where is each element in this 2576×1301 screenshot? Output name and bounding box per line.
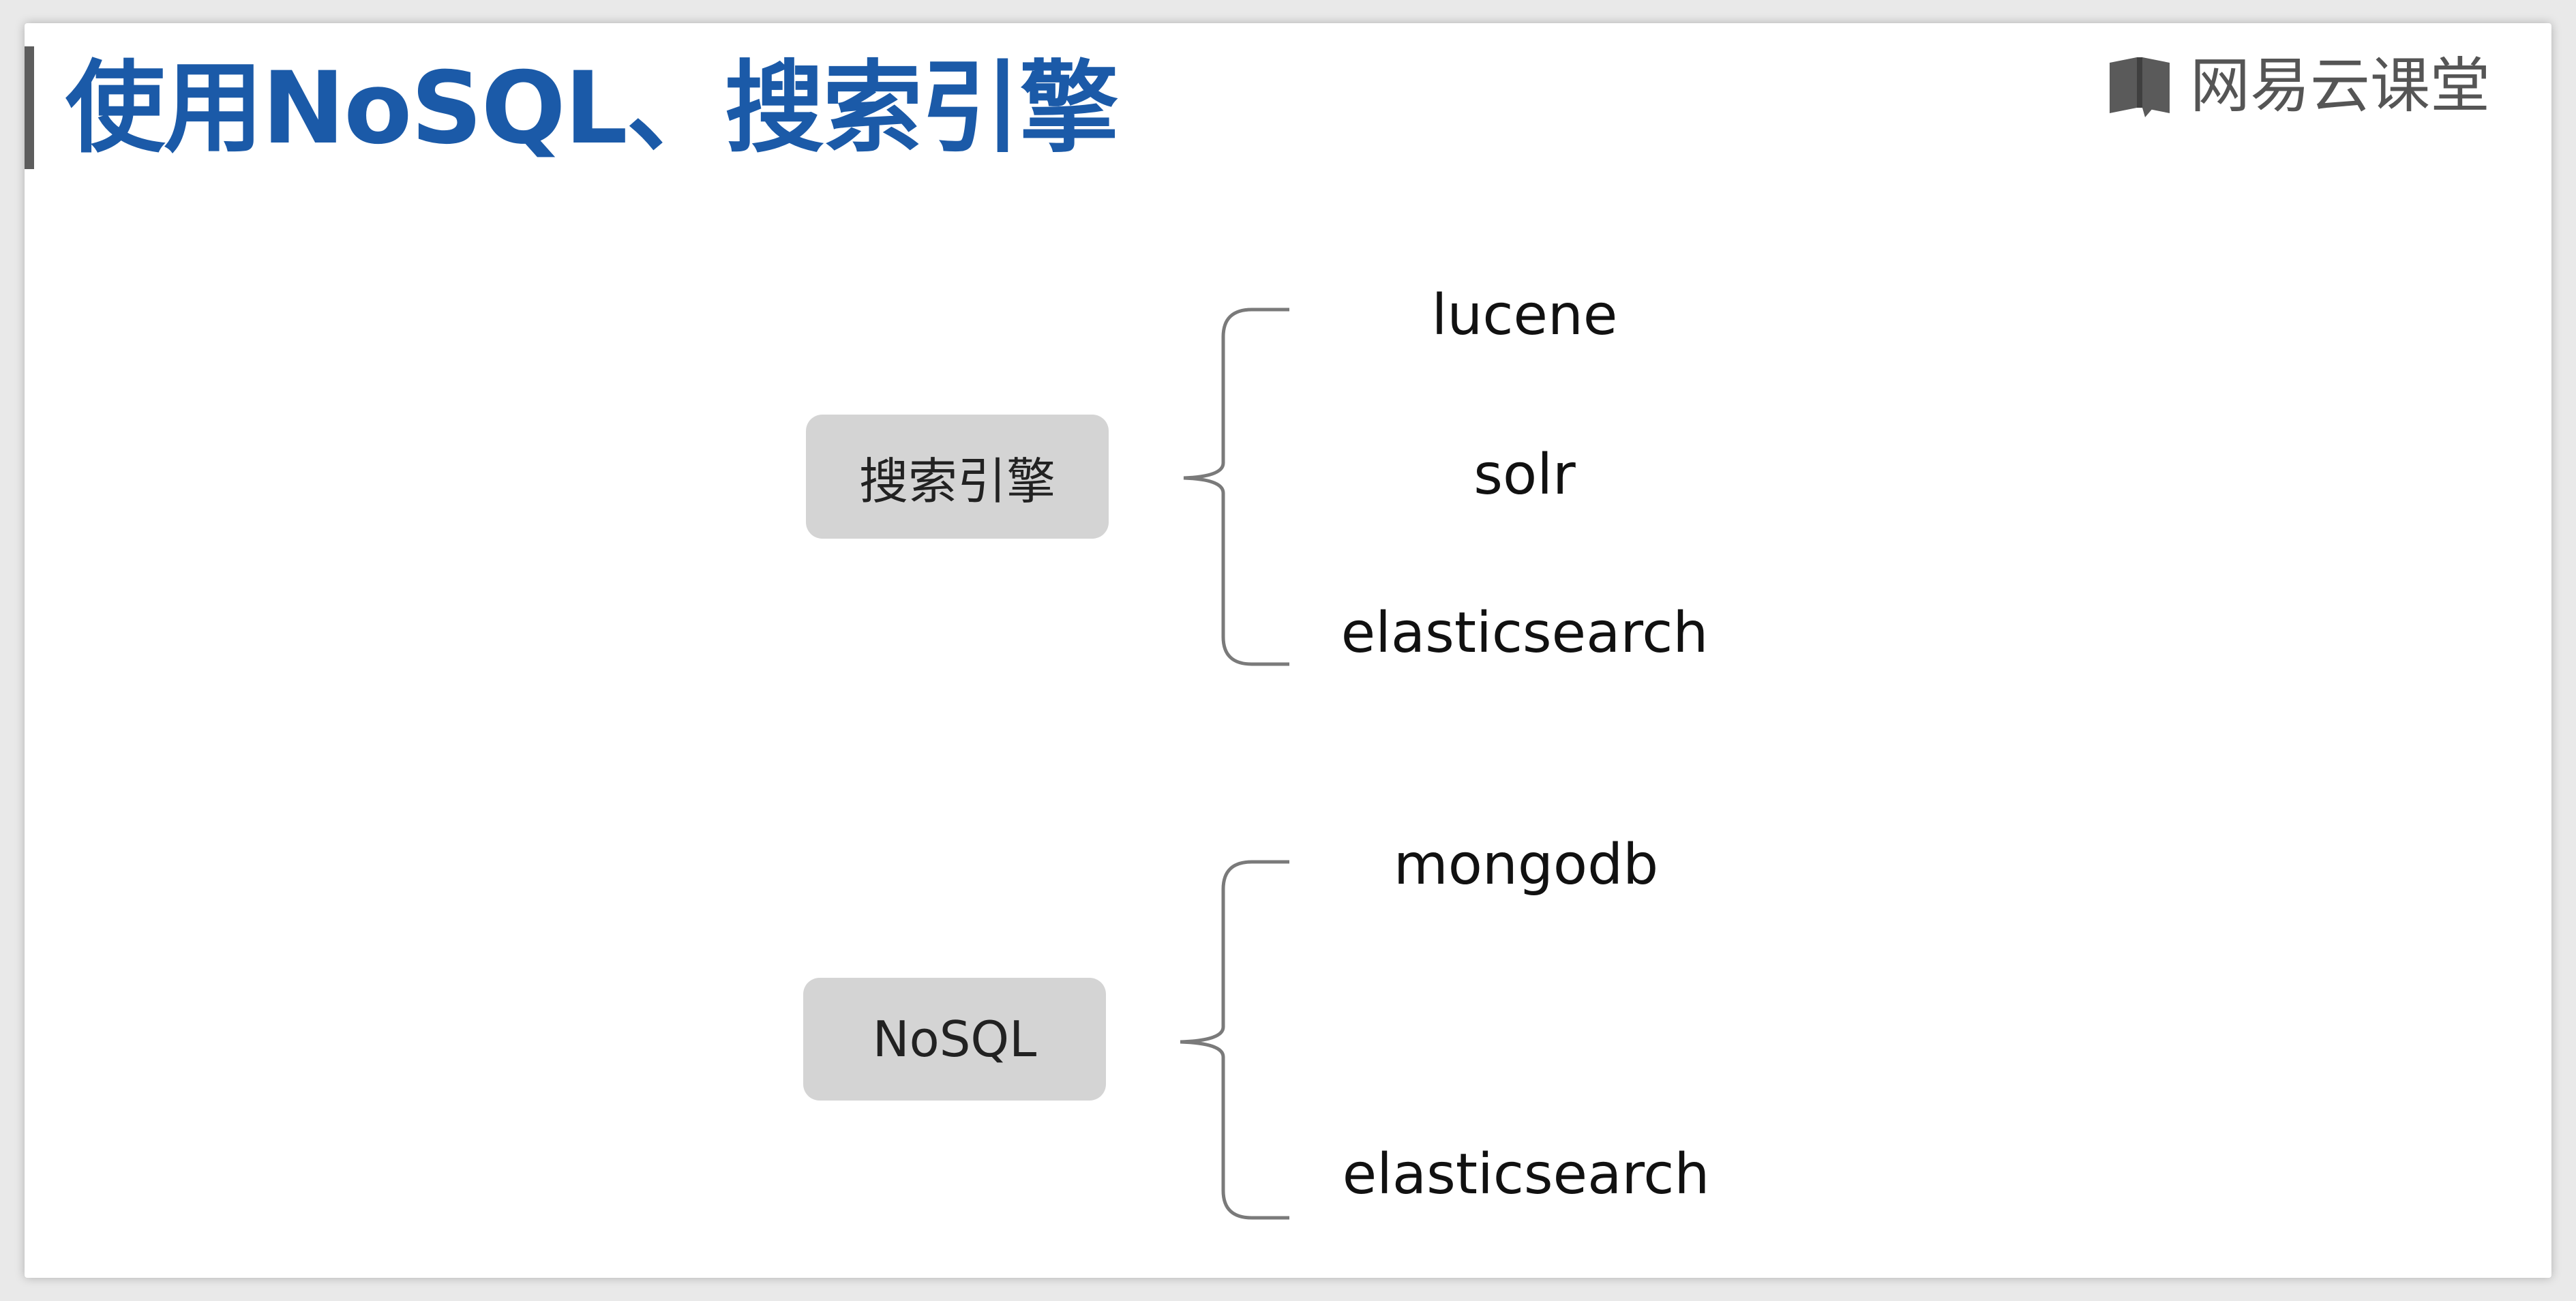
leaf-elasticsearch: elasticsearch bbox=[1342, 1142, 1710, 1207]
leaf-elasticsearch: elasticsearch bbox=[1341, 601, 1709, 666]
brace-nosql bbox=[1180, 860, 1289, 1220]
leaf-lucene: lucene bbox=[1431, 283, 1618, 348]
brace-search-engine bbox=[1183, 308, 1289, 666]
leaf-solr: solr bbox=[1473, 443, 1576, 507]
node-nosql: NoSQL bbox=[803, 978, 1106, 1101]
node-search-engine: 搜索引擎 bbox=[806, 415, 1109, 539]
slide: 使用NoSQL、搜索引擎 网易云课堂 搜索引擎 lucene solr elas… bbox=[25, 23, 2551, 1278]
leaf-mongodb: mongodb bbox=[1393, 833, 1659, 897]
